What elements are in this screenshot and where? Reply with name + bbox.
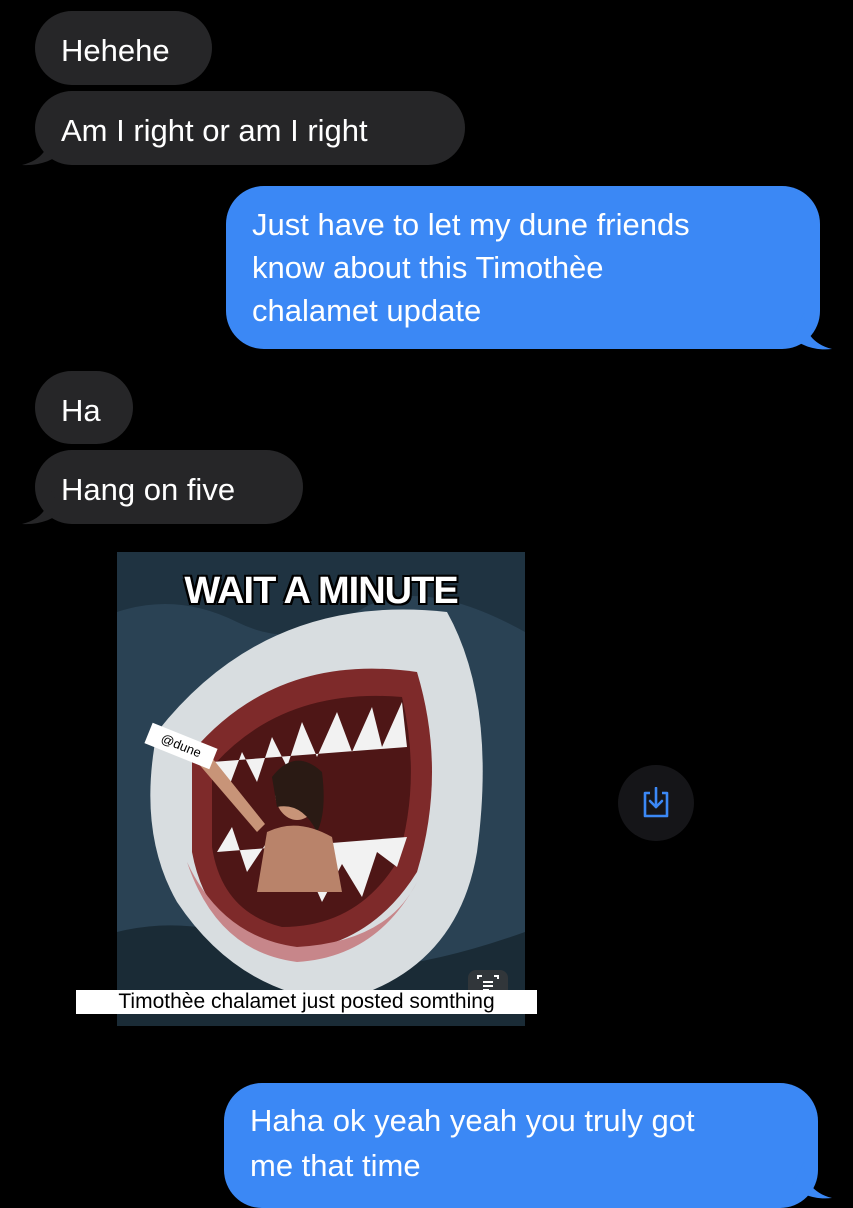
message-bubble-sent[interactable]: Haha ok yeah yeah you truly got me that … bbox=[224, 1083, 818, 1208]
message-text-line: know about this Timothèe bbox=[252, 250, 604, 285]
bubble-tail-icon bbox=[22, 489, 62, 525]
save-image-button[interactable] bbox=[618, 765, 694, 841]
message-text-line: Just have to let my dune friends bbox=[252, 207, 690, 242]
meme-top-text: WAIT A MINUTE bbox=[184, 570, 458, 612]
meme-caption: Timothèe chalamet just posted somthing bbox=[76, 990, 537, 1014]
message-text: Am I right or am I right bbox=[61, 113, 368, 148]
bubble-tail-icon bbox=[792, 313, 832, 350]
bubble-tail-icon bbox=[792, 1162, 832, 1199]
message-bubble-received[interactable]: Am I right or am I right bbox=[35, 91, 465, 165]
message-text: Hang on five bbox=[61, 472, 236, 507]
message-text-line: Haha ok yeah yeah you truly got bbox=[250, 1103, 695, 1138]
message-bubble-sent[interactable]: Just have to let my dune friends know ab… bbox=[226, 186, 820, 349]
message-bubble-received[interactable]: Hehehe bbox=[35, 11, 212, 85]
meme-image[interactable]: WAIT A MINUTE bbox=[117, 552, 525, 1026]
message-text-line: chalamet update bbox=[252, 293, 482, 328]
message-text-line: me that time bbox=[250, 1148, 421, 1183]
message-bubble-received[interactable]: Hang on five bbox=[35, 450, 303, 524]
shark-illustration bbox=[117, 552, 525, 1026]
message-bubble-received[interactable]: Ha bbox=[35, 371, 133, 444]
bubble-tail-icon bbox=[22, 130, 62, 166]
message-text: Hehehe bbox=[61, 33, 170, 68]
save-to-photos-icon bbox=[643, 787, 669, 818]
message-text: Ha bbox=[61, 393, 101, 428]
